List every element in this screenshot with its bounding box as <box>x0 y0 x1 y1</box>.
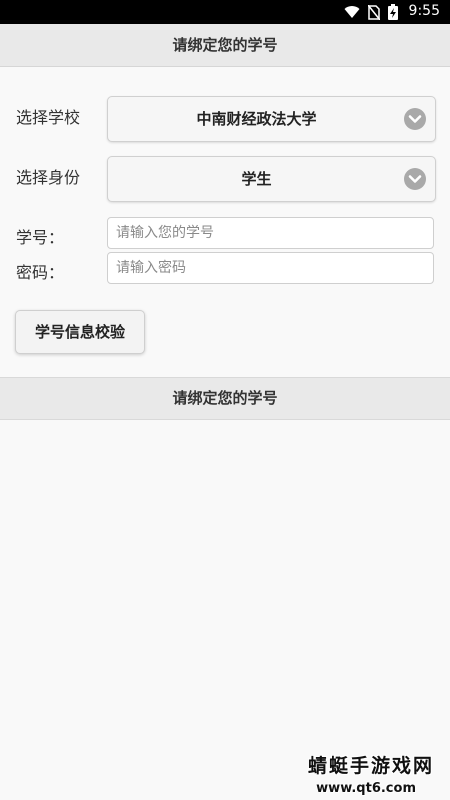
status-bar: 9:55 <box>0 0 450 24</box>
chevron-down-icon <box>404 168 426 190</box>
section-title: 请绑定您的学号 <box>0 377 450 420</box>
status-icons <box>344 4 398 20</box>
identity-value: 学生 <box>241 170 272 188</box>
watermark-title: 蜻蜓手游戏网 <box>307 755 434 777</box>
student-id-label: 学号： <box>16 228 65 247</box>
verify-button[interactable]: 学号信息校验 <box>15 310 145 354</box>
school-label: 选择学校 <box>16 108 81 127</box>
identity-select[interactable]: 学生 <box>107 156 436 202</box>
page-title: 请绑定您的学号 <box>0 24 450 67</box>
student-id-input[interactable] <box>107 217 434 249</box>
no-sim-icon <box>368 4 380 20</box>
chevron-down-icon <box>404 108 426 130</box>
school-value: 中南财经政法大学 <box>196 110 317 128</box>
wifi-icon <box>344 6 360 19</box>
battery-charging-icon <box>388 4 398 20</box>
password-label: 密码： <box>16 263 65 282</box>
identity-label: 选择身份 <box>16 168 81 187</box>
watermark-url: www.qt6.com <box>316 781 416 796</box>
status-time: 9:55 <box>408 3 440 19</box>
password-input[interactable] <box>107 252 434 284</box>
school-select[interactable]: 中南财经政法大学 <box>107 96 436 142</box>
